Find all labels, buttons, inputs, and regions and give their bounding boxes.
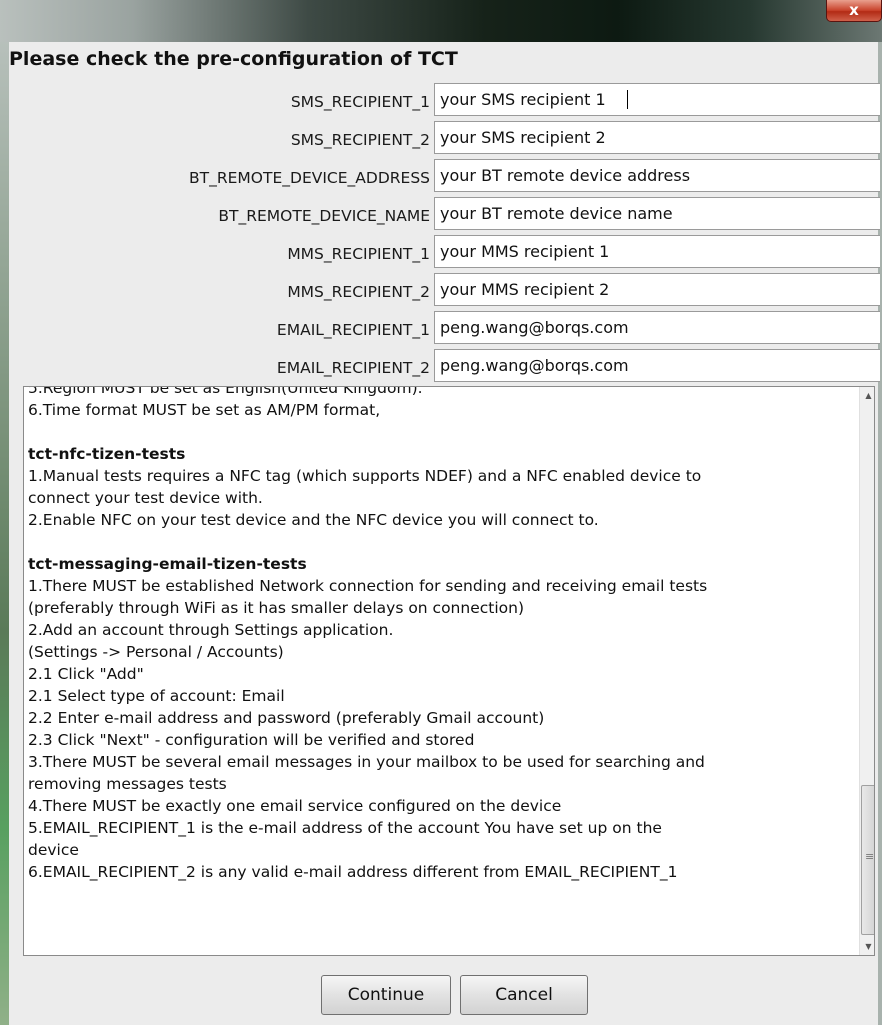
mms-recipient-1-input[interactable] — [434, 235, 880, 268]
text-line: connect your test device with. — [28, 489, 263, 507]
text-line: 2.1 Select type of account: Email — [28, 687, 285, 705]
grip-icon: ≡ — [865, 850, 875, 863]
email-recipient-2-label: EMAIL_RECIPIENT_2 — [276, 359, 430, 377]
sms-recipient-2-label: SMS_RECIPIENT_2 — [290, 131, 430, 149]
text-line: 2.2 Enter e-mail address and password (p… — [28, 709, 545, 727]
email-recipient-2-input[interactable] — [434, 349, 880, 382]
title-bar[interactable] — [0, 0, 882, 42]
bt-remote-device-name-input[interactable] — [434, 197, 880, 230]
text-line: (Settings -> Personal / Accounts) — [28, 643, 284, 661]
continue-button[interactable]: Continue — [321, 975, 451, 1015]
bt-remote-device-address-label: BT_REMOTE_DEVICE_ADDRESS — [189, 169, 430, 187]
text-line: 2.3 Click "Next" - configuration will be… — [28, 731, 475, 749]
text-line: 2.Add an account through Settings applic… — [28, 621, 394, 639]
mms-recipient-2-input[interactable] — [434, 273, 880, 306]
scrollbar-thumb[interactable]: ≡ — [861, 785, 875, 935]
email-recipient-1-input[interactable] — [434, 311, 880, 344]
tct-config-dialog: x Please check the pre-configuration of … — [0, 0, 882, 1025]
text-caret — [627, 90, 628, 109]
sms-recipient-1-input[interactable] — [434, 83, 880, 116]
sms-recipient-1-label: SMS_RECIPIENT_1 — [290, 93, 430, 111]
text-line: 3.There MUST be several email messages i… — [28, 753, 705, 771]
text-line: 2.Enable NFC on your test device and the… — [28, 511, 599, 529]
text-line: 5.EMAIL_RECIPIENT_1 is the e-mail addres… — [28, 819, 662, 837]
mms-recipient-1-label: MMS_RECIPIENT_1 — [287, 245, 430, 263]
close-button[interactable]: x — [826, 0, 882, 22]
text-line: removing messages tests — [28, 775, 227, 793]
text-line: 5.Region MUST be set as English(United K… — [28, 386, 423, 397]
text-line: 6.Time format MUST be set as AM/PM forma… — [28, 401, 381, 419]
text-line: device — [28, 841, 79, 859]
sms-recipient-2-input[interactable] — [434, 121, 880, 154]
text-line: 1.Manual tests requires a NFC tag (which… — [28, 467, 702, 485]
vertical-scrollbar[interactable]: ▲ ≡ ▼ — [859, 387, 875, 955]
bt-remote-device-name-label: BT_REMOTE_DEVICE_NAME — [218, 207, 430, 225]
text-line: 4.There MUST be exactly one email servic… — [28, 797, 562, 815]
text-line: (preferably through WiFi as it has small… — [28, 599, 524, 617]
instructions-text: 5.Region MUST be set as English(United K… — [28, 386, 854, 883]
section-heading: tct-messaging-email-tizen-tests — [28, 555, 307, 573]
text-line: 6.EMAIL_RECIPIENT_2 is any valid e-mail … — [28, 863, 678, 881]
dialog-heading: Please check the pre-configuration of TC… — [9, 48, 458, 70]
text-line: 2.1 Click "Add" — [28, 665, 144, 683]
mms-recipient-2-label: MMS_RECIPIENT_2 — [287, 283, 430, 301]
window-frame-left — [0, 42, 9, 1025]
email-recipient-1-label: EMAIL_RECIPIENT_1 — [276, 321, 430, 339]
text-line: 1.There MUST be established Network conn… — [28, 577, 708, 595]
cancel-button[interactable]: Cancel — [460, 975, 588, 1015]
scroll-down-arrow-icon[interactable]: ▼ — [860, 938, 874, 955]
bt-remote-device-address-input[interactable] — [434, 159, 880, 192]
dialog-content: Please check the pre-configuration of TC… — [9, 42, 880, 1025]
section-heading: tct-nfc-tizen-tests — [28, 445, 186, 463]
instructions-text-area[interactable]: 5.Region MUST be set as English(United K… — [23, 386, 875, 956]
scroll-up-arrow-icon[interactable]: ▲ — [860, 387, 874, 404]
